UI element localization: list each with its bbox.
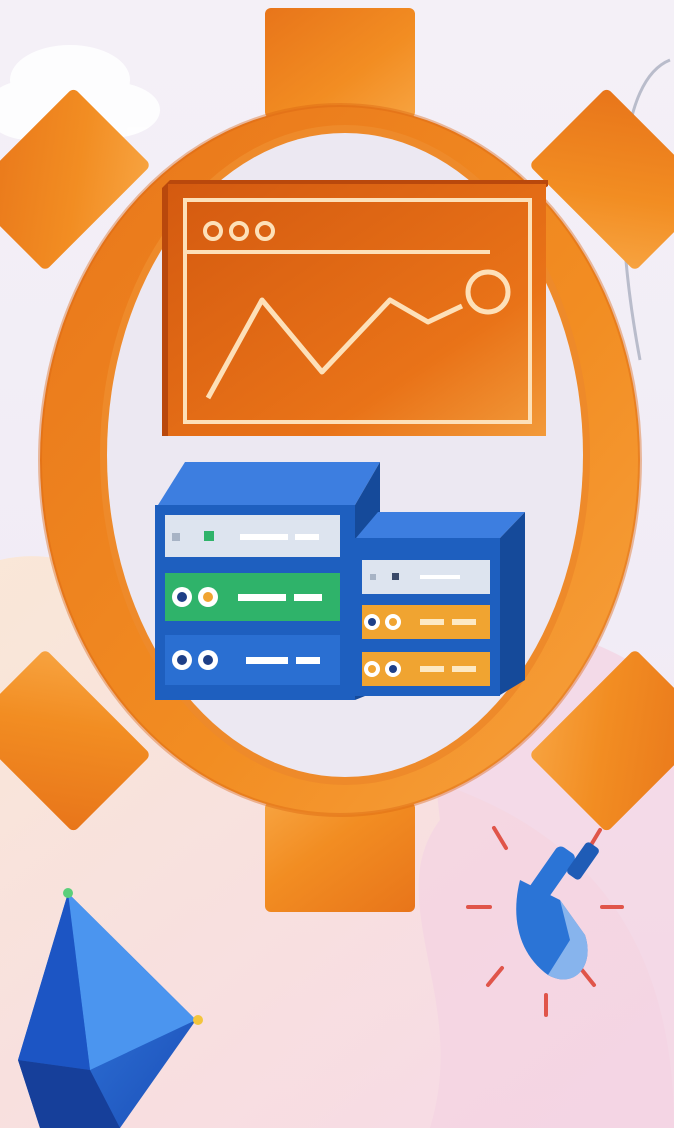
illustration-canvas — [0, 0, 674, 1128]
illustration — [0, 0, 674, 1128]
server-rack-icon — [155, 462, 380, 700]
gear-icon — [0, 8, 674, 912]
server-rack-small-icon — [355, 512, 525, 696]
analytics-window-icon — [162, 180, 548, 436]
